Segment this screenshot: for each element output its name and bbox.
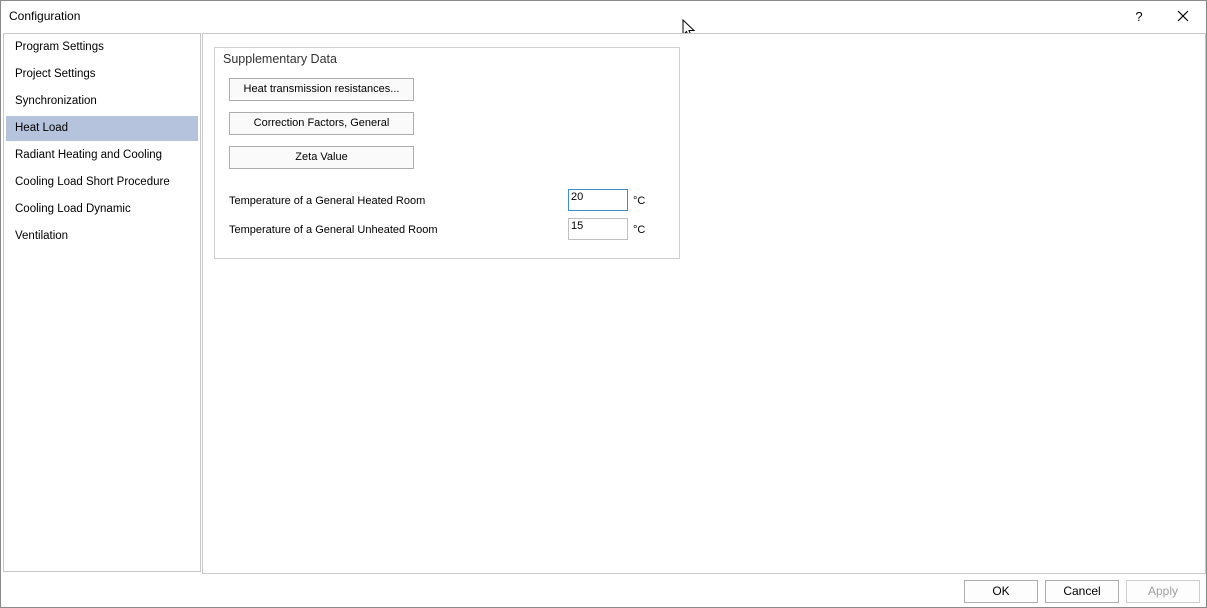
- configuration-dialog: Configuration ? Program Settings Project…: [0, 0, 1207, 608]
- close-button[interactable]: [1169, 3, 1197, 29]
- ok-button[interactable]: OK: [964, 580, 1038, 603]
- sidebar-item-cooling-load-dynamic[interactable]: Cooling Load Dynamic: [6, 197, 198, 222]
- sidebar-item-radiant-heating-and-cooling[interactable]: Radiant Heating and Cooling: [6, 143, 198, 168]
- sidebar-item-heat-load[interactable]: Heat Load: [6, 116, 198, 141]
- help-button[interactable]: ?: [1125, 3, 1153, 29]
- heat-transmission-resistances-button[interactable]: Heat transmission resistances...: [229, 78, 414, 101]
- settings-panel: Supplementary Data Heat transmission res…: [202, 33, 1206, 574]
- unheated-room-temperature-label: Temperature of a General Unheated Room: [229, 224, 438, 236]
- cancel-button[interactable]: Cancel: [1045, 580, 1119, 603]
- heated-room-temperature-input[interactable]: [568, 189, 628, 211]
- close-icon: [1177, 10, 1189, 22]
- heated-room-temperature-label: Temperature of a General Heated Room: [229, 195, 426, 207]
- sidebar-item-synchronization[interactable]: Synchronization: [6, 89, 198, 114]
- supplementary-data-group: Supplementary Data Heat transmission res…: [214, 47, 680, 259]
- window-title: Configuration: [9, 9, 81, 23]
- title-bar: Configuration ?: [1, 1, 1206, 31]
- sidebar-item-ventilation[interactable]: Ventilation: [6, 224, 198, 249]
- heated-room-temperature-unit: °C: [633, 195, 646, 207]
- apply-button[interactable]: Apply: [1126, 580, 1200, 603]
- correction-factors-general-button[interactable]: Correction Factors, General: [229, 112, 414, 135]
- unheated-room-temperature-input[interactable]: [568, 218, 628, 240]
- sidebar-item-cooling-load-short-procedure[interactable]: Cooling Load Short Procedure: [6, 170, 198, 195]
- sidebar-item-program-settings[interactable]: Program Settings: [6, 35, 198, 60]
- sidebar-item-project-settings[interactable]: Project Settings: [6, 62, 198, 87]
- zeta-value-button[interactable]: Zeta Value: [229, 146, 414, 169]
- settings-category-list: Program Settings Project Settings Synchr…: [3, 33, 201, 572]
- unheated-room-temperature-unit: °C: [633, 224, 646, 236]
- group-title: Supplementary Data: [223, 52, 337, 66]
